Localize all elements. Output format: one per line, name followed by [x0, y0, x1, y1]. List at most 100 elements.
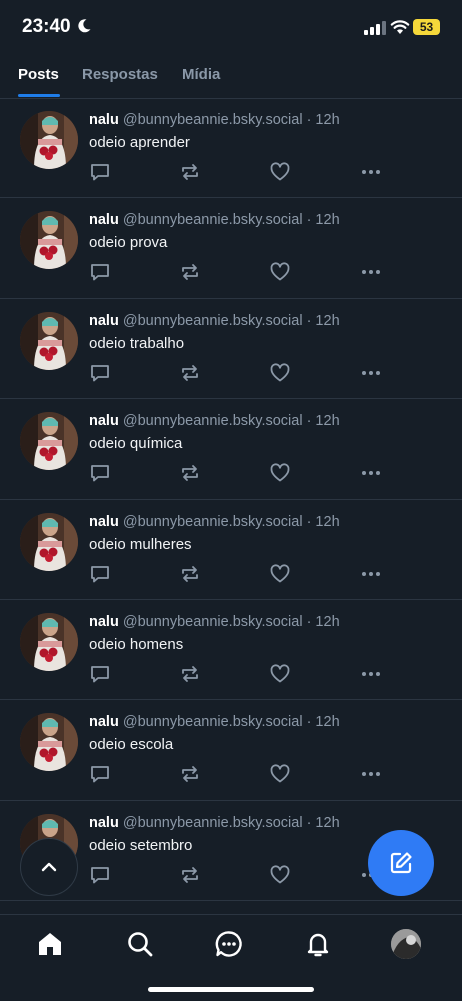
author-name[interactable]: nalu: [89, 714, 119, 730]
post-time: · 12h: [306, 814, 340, 831]
author-handle[interactable]: @bunnybeannie.bsky.social: [123, 112, 303, 128]
reply-icon[interactable]: [89, 864, 111, 886]
author-name[interactable]: nalu: [89, 313, 119, 329]
chat-icon[interactable]: [214, 929, 244, 959]
post-time: · 12h: [306, 312, 340, 329]
search-icon[interactable]: [125, 929, 155, 959]
tab-midia[interactable]: Mídia: [182, 66, 220, 83]
author-name[interactable]: nalu: [89, 112, 119, 128]
reply-icon[interactable]: [89, 362, 111, 384]
post-text: odeio química: [89, 435, 183, 453]
avatar[interactable]: [20, 512, 78, 571]
battery-indicator: 53: [413, 19, 440, 35]
post-actions: [89, 663, 389, 685]
post-item[interactable]: nalu @bunnybeannie.bsky.social · 12h ode…: [0, 500, 462, 600]
avatar[interactable]: [20, 412, 78, 471]
like-icon[interactable]: [269, 161, 291, 183]
profile-tabs: Posts Respostas Mídia: [0, 56, 462, 99]
scroll-to-top-button[interactable]: [20, 838, 78, 896]
more-icon[interactable]: [360, 261, 382, 283]
author-name[interactable]: nalu: [89, 514, 119, 530]
reply-icon[interactable]: [89, 563, 111, 585]
post-item[interactable]: nalu @bunnybeannie.bsky.social · 12h ode…: [0, 700, 462, 801]
more-icon[interactable]: [360, 362, 382, 384]
post-feed[interactable]: nalu @bunnybeannie.bsky.social · 12h ode…: [0, 98, 462, 913]
post-time: · 12h: [306, 714, 340, 731]
wifi-icon: [390, 20, 410, 34]
more-icon[interactable]: [360, 663, 382, 685]
post-item[interactable]: nalu @bunnybeannie.bsky.social · 12h ode…: [0, 600, 462, 701]
repost-icon[interactable]: [179, 362, 201, 384]
tab-respostas[interactable]: Respostas: [82, 66, 158, 83]
post-item[interactable]: nalu @bunnybeannie.bsky.social · 12h ode…: [0, 299, 462, 400]
repost-icon[interactable]: [179, 261, 201, 283]
author-name[interactable]: nalu: [89, 212, 119, 228]
reply-icon[interactable]: [89, 663, 111, 685]
post-time: · 12h: [306, 212, 340, 229]
repost-icon[interactable]: [179, 663, 201, 685]
reply-icon[interactable]: [89, 462, 111, 484]
author-handle[interactable]: @bunnybeannie.bsky.social: [123, 614, 303, 630]
cellular-signal-icon: [364, 21, 386, 35]
post-item[interactable]: nalu @bunnybeannie.bsky.social · 12h ode…: [0, 98, 462, 199]
repost-icon[interactable]: [179, 864, 201, 886]
author-handle[interactable]: @bunnybeannie.bsky.social: [123, 815, 303, 831]
post-header: nalu @bunnybeannie.bsky.social · 12h: [89, 614, 340, 630]
repost-icon[interactable]: [179, 161, 201, 183]
post-header: nalu @bunnybeannie.bsky.social · 12h: [89, 212, 340, 228]
status-time: 23:40: [22, 16, 71, 37]
home-indicator: [148, 987, 314, 992]
post-text: odeio aprender: [89, 134, 190, 151]
author-handle[interactable]: @bunnybeannie.bsky.social: [123, 514, 303, 530]
author-handle[interactable]: @bunnybeannie.bsky.social: [123, 212, 303, 228]
author-handle[interactable]: @bunnybeannie.bsky.social: [123, 413, 303, 429]
like-icon[interactable]: [269, 362, 291, 384]
post-text: odeio trabalho: [89, 334, 185, 352]
reply-icon[interactable]: [89, 763, 111, 785]
author-name[interactable]: nalu: [89, 614, 119, 630]
avatar[interactable]: [20, 612, 78, 671]
author-name[interactable]: nalu: [89, 413, 119, 429]
reply-icon[interactable]: [89, 261, 111, 283]
more-icon[interactable]: [360, 763, 382, 785]
post-item[interactable]: nalu @bunnybeannie.bsky.social · 12h ode…: [0, 198, 462, 299]
status-bar: 23:40 53: [0, 0, 462, 56]
tab-posts[interactable]: Posts: [18, 66, 59, 83]
like-icon[interactable]: [269, 563, 291, 585]
avatar[interactable]: [20, 211, 78, 270]
post-actions: [89, 864, 389, 886]
post-text: odeio prova: [89, 234, 168, 252]
like-icon[interactable]: [269, 864, 291, 886]
profile-avatar[interactable]: [391, 929, 421, 959]
post-header: nalu @bunnybeannie.bsky.social · 12h: [89, 413, 340, 429]
like-icon[interactable]: [269, 663, 291, 685]
post-actions: [89, 563, 389, 585]
post-text: odeio escola: [89, 736, 174, 754]
avatar[interactable]: [20, 713, 78, 772]
post-item[interactable]: nalu @bunnybeannie.bsky.social · 12h: [0, 901, 462, 913]
more-icon[interactable]: [360, 563, 382, 585]
compose-post-button[interactable]: [368, 830, 434, 896]
author-handle[interactable]: @bunnybeannie.bsky.social: [123, 714, 303, 730]
compose-icon: [390, 852, 412, 874]
home-icon[interactable]: [35, 929, 65, 959]
more-icon[interactable]: [360, 462, 382, 484]
repost-icon[interactable]: [179, 462, 201, 484]
post-header: nalu @bunnybeannie.bsky.social · 12h: [89, 514, 340, 530]
active-tab-indicator: [18, 94, 60, 97]
avatar[interactable]: [20, 311, 78, 370]
repost-icon[interactable]: [179, 763, 201, 785]
author-handle[interactable]: @bunnybeannie.bsky.social: [123, 313, 303, 329]
post-item[interactable]: nalu @bunnybeannie.bsky.social · 12h ode…: [0, 399, 462, 500]
more-icon[interactable]: [360, 161, 382, 183]
author-name[interactable]: nalu: [89, 815, 119, 831]
post-actions: [89, 161, 389, 183]
reply-icon[interactable]: [89, 161, 111, 183]
repost-icon[interactable]: [179, 563, 201, 585]
avatar[interactable]: [20, 111, 78, 169]
like-icon[interactable]: [269, 462, 291, 484]
do-not-disturb-moon-icon: [78, 19, 91, 33]
like-icon[interactable]: [269, 763, 291, 785]
notifications-icon[interactable]: [303, 929, 333, 959]
like-icon[interactable]: [269, 261, 291, 283]
